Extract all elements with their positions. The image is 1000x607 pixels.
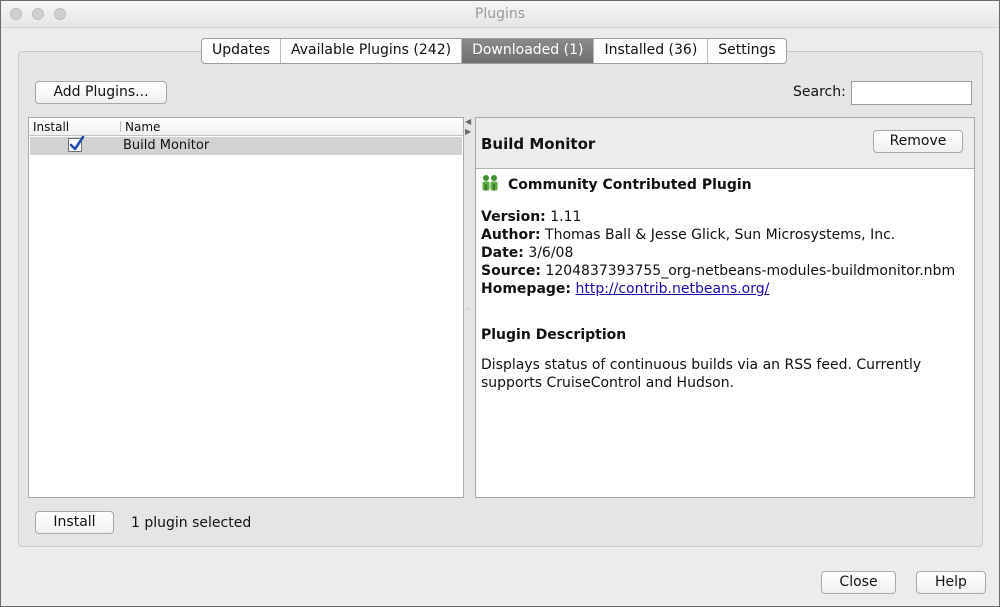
install-button[interactable]: Install xyxy=(35,511,114,534)
description-text: Displays status of continuous builds via… xyxy=(481,357,922,391)
date-value: 3/6/08 xyxy=(528,245,574,261)
splitter-grip-icon[interactable]: ◦ xyxy=(466,305,471,314)
community-badge-label: Community Contributed Plugin xyxy=(508,177,752,193)
collapse-right-icon[interactable]: ▶ xyxy=(465,127,471,137)
source-value: 1204837393755_org-netbeans-modules-build… xyxy=(545,263,956,279)
tab-installed[interactable]: Installed (36) xyxy=(594,39,709,63)
author-value: Thomas Ball & Jesse Glick, Sun Microsyst… xyxy=(545,227,896,243)
tab-available-plugins[interactable]: Available Plugins (242) xyxy=(281,39,463,63)
description-heading: Plugin Description xyxy=(481,327,627,343)
version-label: Version: xyxy=(481,209,546,225)
table-row[interactable]: Build Monitor xyxy=(30,135,462,155)
author-label: Author: xyxy=(481,227,541,243)
remove-button[interactable]: Remove xyxy=(873,130,963,153)
source-label: Source: xyxy=(481,263,541,279)
homepage-link[interactable]: http://contrib.netbeans.org/ xyxy=(575,281,769,297)
column-header-install[interactable]: Install xyxy=(33,120,69,134)
people-icon xyxy=(480,174,500,196)
collapse-left-icon[interactable]: ◀ xyxy=(465,117,471,127)
plugin-list: Install Name Build Monitor xyxy=(28,117,464,498)
tab-downloaded[interactable]: Downloaded (1) xyxy=(462,39,595,63)
homepage-label: Homepage: xyxy=(481,281,572,297)
detail-header: Build Monitor Remove xyxy=(476,118,974,169)
checkmark-icon xyxy=(69,135,85,151)
column-header-name[interactable]: Name xyxy=(125,120,160,134)
list-header: Install Name xyxy=(29,118,463,136)
date-label: Date: xyxy=(481,245,524,261)
plugin-detail-panel: Build Monitor Remove Community Contribut… xyxy=(475,117,975,498)
tab-updates[interactable]: Updates xyxy=(202,39,281,63)
title-bar[interactable]: Plugins xyxy=(1,1,999,28)
window-title: Plugins xyxy=(474,6,526,22)
plugin-name-cell: Build Monitor xyxy=(123,138,210,153)
detail-title: Build Monitor xyxy=(481,135,596,153)
splitter-arrows[interactable]: ◀ ▶ xyxy=(465,117,471,137)
tab-settings[interactable]: Settings xyxy=(708,39,785,63)
community-badge: Community Contributed Plugin xyxy=(480,174,752,196)
version-value: 1.11 xyxy=(550,209,582,225)
column-separator[interactable] xyxy=(120,121,121,132)
install-checkbox[interactable] xyxy=(68,135,85,152)
tab-bar: Updates Available Plugins (242) Download… xyxy=(201,38,787,64)
plugins-window: Plugins Updates Available Plugins (242) … xyxy=(0,0,1000,607)
help-button[interactable]: Help xyxy=(916,571,986,594)
search-label: Search: xyxy=(793,84,846,100)
selection-status: 1 plugin selected xyxy=(131,515,252,531)
add-plugins-button[interactable]: Add Plugins... xyxy=(35,81,167,104)
search-input[interactable] xyxy=(851,81,972,105)
plugin-metadata: Version: 1.11 Author: Thomas Ball & Jess… xyxy=(481,208,955,298)
close-button[interactable]: Close xyxy=(821,571,896,594)
